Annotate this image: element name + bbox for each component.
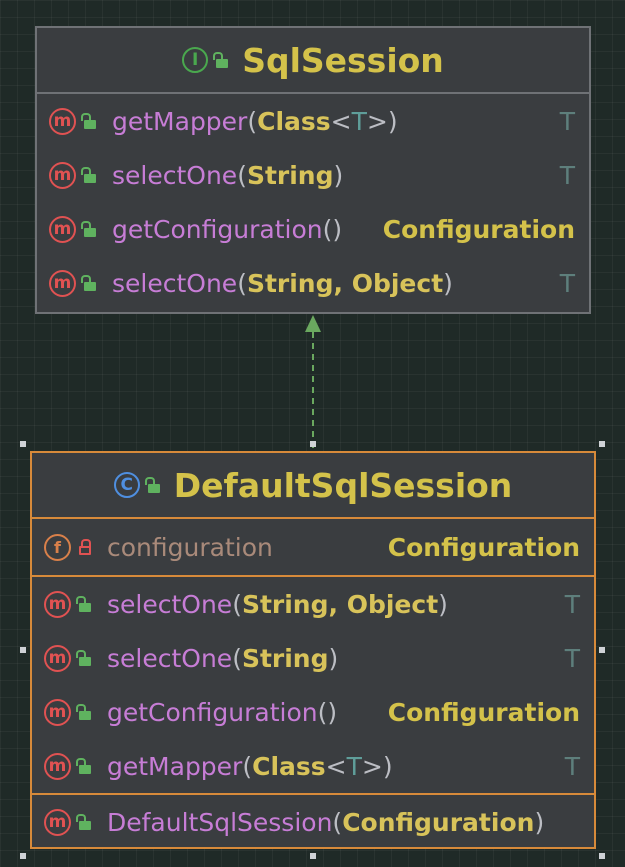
method-icon: m <box>49 215 76 243</box>
return-type: T <box>564 589 580 619</box>
method-icon: m <box>44 644 71 672</box>
method-name: getConfiguration <box>107 697 318 727</box>
interface-icon: I <box>182 47 209 73</box>
method-icon: m <box>44 590 71 618</box>
method-param: Class <box>252 751 326 781</box>
constructor-param: Configuration <box>342 807 535 837</box>
constructor-row[interactable]: m DefaultSqlSession(Configuration) <box>32 795 594 849</box>
method-param: String, Object <box>246 268 444 298</box>
public-lock-icon <box>81 113 98 129</box>
method-name: selectOne <box>112 268 238 298</box>
interface-header: I SqlSession <box>37 28 589 94</box>
method-name: selectOne <box>107 643 233 673</box>
selection-handle[interactable] <box>599 853 605 859</box>
return-type: Configuration <box>382 214 575 244</box>
selection-handle[interactable] <box>20 853 26 859</box>
public-lock-icon <box>76 758 93 774</box>
selection-handle[interactable] <box>599 441 605 447</box>
method-row[interactable]: m selectOne(String, Object) T <box>32 577 594 631</box>
class-header: C DefaultSqlSession <box>32 453 594 519</box>
public-lock-icon <box>81 275 98 291</box>
method-icon: m <box>44 808 71 836</box>
public-lock-icon <box>213 52 230 68</box>
type-param: T <box>346 751 362 781</box>
method-param: String <box>246 160 334 190</box>
method-icon: m <box>44 752 71 780</box>
method-name: getConfiguration <box>112 214 323 244</box>
selection-handle[interactable] <box>310 441 316 447</box>
method-param: String, Object <box>241 589 439 619</box>
selection-handle[interactable] <box>20 647 26 653</box>
method-row[interactable]: m getConfiguration() Configuration <box>37 202 589 256</box>
public-lock-icon <box>81 221 98 237</box>
type-param: T <box>351 106 367 136</box>
public-lock-icon <box>76 704 93 720</box>
public-lock-icon <box>76 814 93 830</box>
selection-handle[interactable] <box>599 647 605 653</box>
class-defaultsqlsession[interactable]: C DefaultSqlSession f configuration Conf… <box>30 451 596 849</box>
return-type: T <box>559 268 575 298</box>
public-lock-icon <box>76 650 93 666</box>
method-icon: m <box>49 107 76 135</box>
method-row[interactable]: m selectOne(String) T <box>37 148 589 202</box>
public-lock-icon <box>81 167 98 183</box>
method-row[interactable]: m selectOne(String) T <box>32 631 594 685</box>
method-row[interactable]: m getMapper(Class < T >) T <box>37 94 589 148</box>
class-icon: C <box>113 472 140 498</box>
public-lock-icon <box>76 596 93 612</box>
method-param: String <box>241 643 329 673</box>
interface-sqlsession[interactable]: I SqlSession m getMapper(Class < T >) T m s… <box>35 26 591 314</box>
constructor-name: DefaultSqlSession <box>107 807 333 837</box>
public-lock-icon <box>144 477 162 493</box>
method-name: selectOne <box>107 589 233 619</box>
interface-title: SqlSession <box>242 40 444 80</box>
selection-handle[interactable] <box>310 853 316 859</box>
method-row[interactable]: m getMapper(Class < T >) T <box>32 739 594 793</box>
field-type: Configuration <box>387 532 580 562</box>
method-name: selectOne <box>112 160 238 190</box>
method-name: getMapper <box>107 751 243 781</box>
return-type: T <box>559 106 575 136</box>
method-icon: m <box>49 269 76 297</box>
private-lock-icon <box>79 539 93 555</box>
return-type: T <box>564 643 580 673</box>
field-name: configuration <box>107 532 273 562</box>
method-name: getMapper <box>112 106 248 136</box>
method-icon: m <box>44 698 71 726</box>
field-icon: f <box>44 533 71 561</box>
method-row[interactable]: m getConfiguration() Configuration <box>32 685 594 739</box>
selection-handle[interactable] <box>20 441 26 447</box>
return-type: Configuration <box>387 697 580 727</box>
field-row[interactable]: f configuration Configuration <box>32 519 594 575</box>
method-row[interactable]: m selectOne(String, Object) T <box>37 256 589 310</box>
class-title: DefaultSqlSession <box>173 465 513 505</box>
return-type: T <box>564 751 580 781</box>
method-icon: m <box>49 161 76 189</box>
method-param: Class <box>257 106 331 136</box>
return-type: T <box>559 160 575 190</box>
